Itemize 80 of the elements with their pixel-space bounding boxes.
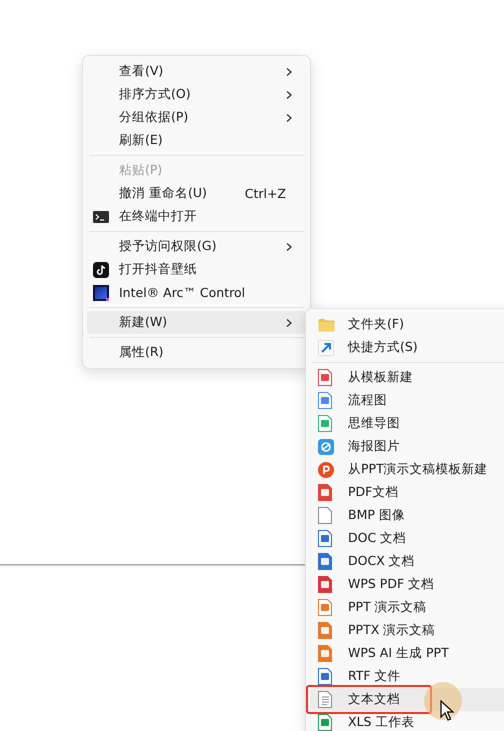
submenu-item[interactable]: 快捷方式(S) (310, 336, 504, 359)
menu-item[interactable]: 打开抖音壁纸 (87, 258, 306, 281)
submenu-item[interactable]: WPS PDF 文档 (310, 573, 504, 596)
menu-item-label: RTF 文件 (348, 668, 402, 685)
menu-item[interactable]: 新建(W) (87, 311, 306, 334)
menu-item-label: 撤消 重命名(U) (119, 185, 208, 202)
menu-item-label: PPT 演示文稿 (348, 599, 428, 616)
document-icon (318, 530, 332, 547)
menu-item-label: 属性(R) (119, 344, 164, 361)
presentation-badge-icon (318, 462, 334, 478)
submenu-item[interactable]: DOC 文档 (310, 527, 504, 550)
submenu-item[interactable]: PDF文档 (310, 481, 504, 504)
menu-item-label: 流程图 (348, 392, 388, 409)
document-icon (318, 599, 332, 616)
terminal-icon (93, 210, 109, 222)
submenu-item[interactable]: 思维导图 (310, 412, 504, 435)
menu-item-label: 刷新(E) (119, 132, 164, 149)
submenu-item[interactable]: WPS AI 生成 PPT (310, 642, 504, 665)
menu-item-label: BMP 图像 (348, 507, 406, 524)
menu-item-label: 快捷方式(S) (348, 339, 419, 356)
menu-item[interactable]: 排序方式(O) (87, 83, 306, 106)
menu-item-label: 粘贴(P) (119, 162, 164, 179)
menu-item[interactable]: 刷新(E) (87, 129, 306, 152)
menu-item-label: 海报图片 (348, 438, 401, 455)
menu-item[interactable]: 授予访问权限(G) (87, 235, 306, 258)
document-icon (318, 392, 332, 409)
menu-item-label: PPTX 演示文稿 (348, 622, 436, 639)
submenu-item[interactable]: 从PPT演示文稿模板新建 (310, 458, 504, 481)
menu-item-label: DOC 文档 (348, 530, 408, 547)
document-icon (318, 645, 332, 662)
shortcut-label: Ctrl+Z (244, 186, 286, 201)
submenu-item[interactable]: 从模板新建 (310, 366, 504, 389)
submenu-item[interactable]: PPTX 演示文稿 (310, 619, 504, 642)
menu-item[interactable]: Intel® Arc™ Control (87, 281, 306, 304)
menu-item-label: 查看(V) (119, 63, 164, 80)
menu-item-label: WPS PDF 文档 (348, 576, 436, 593)
menu-item-label: 思维导图 (348, 415, 401, 432)
poster-app-icon (318, 438, 334, 454)
submenu-item[interactable]: 流程图 (310, 389, 504, 412)
menu-item-label: 从PPT演示文稿模板新建 (348, 461, 489, 478)
menu-item[interactable]: 在终端中打开 (87, 205, 306, 228)
menu-item[interactable]: 撤消 重命名(U) Ctrl+Z (87, 182, 306, 205)
menu-item-label: 排序方式(O) (119, 86, 192, 103)
menu-item[interactable]: 属性(R) (87, 341, 306, 364)
submenu-item[interactable]: 文件夹(F) (310, 313, 504, 336)
menu-item-label: 分组依据(P) (119, 109, 190, 126)
menu-item-label: WPS AI 生成 PPT (348, 645, 450, 662)
mouse-cursor-icon (440, 700, 456, 722)
submenu-item[interactable]: 海报图片 (310, 435, 504, 458)
menu-item-label: 授予访问权限(G) (119, 238, 218, 255)
submenu-item[interactable]: RTF 文件 (310, 665, 504, 688)
document-icon (318, 691, 332, 708)
document-icon (318, 622, 332, 639)
menu-item-label: XLS 工作表 (348, 714, 416, 731)
menu-item-label: PDF文档 (348, 484, 400, 501)
folder-icon (318, 318, 335, 332)
document-icon (318, 668, 332, 685)
submenu-item[interactable]: DOCX 文档 (310, 550, 504, 573)
menu-item[interactable]: 分组依据(P) (87, 106, 306, 129)
shortcut-arrow-icon (318, 340, 334, 356)
menu-item-label: 在终端中打开 (119, 208, 198, 225)
menu-item-label: 打开抖音壁纸 (119, 261, 198, 278)
document-icon (318, 507, 332, 524)
menu-item-label: 新建(W) (119, 314, 168, 331)
submenu-item[interactable]: XLS 工作表 (310, 711, 504, 731)
music-note-app-icon (93, 262, 109, 278)
document-icon (318, 369, 332, 386)
document-icon (318, 415, 332, 432)
document-icon (318, 553, 332, 570)
menu-item-label: 文件夹(F) (348, 316, 405, 333)
document-icon (318, 484, 332, 501)
menu-item[interactable]: 查看(V) (87, 60, 306, 83)
menu-item-label: DOCX 文档 (348, 553, 416, 570)
submenu-item[interactable]: PPT 演示文稿 (310, 596, 504, 619)
menu-item-label: Intel® Arc™ Control (119, 285, 246, 300)
document-icon (318, 576, 332, 593)
menu-item-label: 从模板新建 (348, 369, 414, 386)
square-app-icon (93, 284, 109, 300)
menu-item-label: 文本文档 (348, 691, 401, 708)
submenu-item[interactable]: BMP 图像 (310, 504, 504, 527)
